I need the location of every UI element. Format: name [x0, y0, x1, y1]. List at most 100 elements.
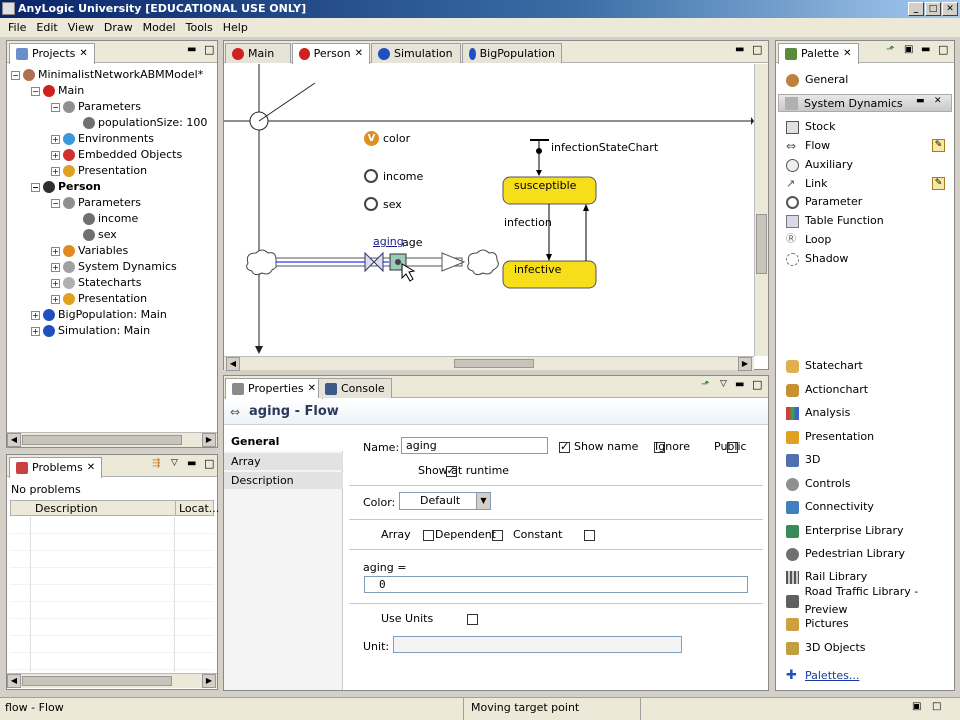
menu-file[interactable]: File [3, 21, 31, 34]
maximize-view-icon[interactable]: □ [938, 43, 948, 56]
diagram-canvas[interactable]: V color income sex aging age infectionSt… [224, 64, 754, 356]
scroll-thumb[interactable] [454, 359, 534, 368]
flow-aging-label[interactable]: aging [373, 235, 404, 248]
view-menu-icon[interactable]: ▽ [171, 458, 178, 468]
problems-hscrollbar[interactable]: ◀ ▶ [7, 673, 217, 688]
menu-edit[interactable]: Edit [31, 21, 62, 34]
restore-icon[interactable]: ▣ [912, 701, 921, 712]
scroll-right-icon[interactable]: ▶ [738, 357, 752, 371]
tree-item-person-presentation[interactable]: + Presentation [51, 291, 147, 307]
palette-item-loop[interactable]: Ⓡ Loop [786, 231, 831, 249]
scroll-left-icon[interactable]: ◀ [7, 433, 21, 447]
palette-enterprise-library[interactable]: Enterprise Library [786, 522, 904, 540]
tree-item-populationsize[interactable]: populationSize: 100 [83, 115, 207, 131]
palette-item-flow[interactable]: ⇔ Flow [786, 137, 830, 155]
palette-connectivity[interactable]: Connectivity [786, 498, 874, 516]
col-location[interactable]: Locat... [179, 502, 219, 515]
palette-section-system-dynamics[interactable]: System Dynamics ▬ ✕ [778, 94, 952, 112]
show-name-checkbox[interactable] [559, 440, 570, 453]
pin-icon[interactable]: ⬏ [701, 379, 709, 390]
menu-help[interactable]: Help [218, 21, 253, 34]
scroll-thumb[interactable] [756, 214, 767, 274]
palette-road-traffic-library[interactable]: Road Traffic Library - Preview [786, 585, 960, 616]
tree-item-embedded-objects[interactable]: + Embedded Objects [51, 147, 182, 163]
tree-item-simulation[interactable]: + Simulation: Main [31, 323, 150, 339]
scroll-right-icon[interactable]: ▶ [202, 674, 216, 688]
editor-vscrollbar[interactable] [754, 64, 768, 356]
filter-icon[interactable]: ⇶ [152, 458, 160, 469]
scroll-left-icon[interactable]: ◀ [7, 674, 21, 688]
color-dropdown[interactable]: Default ▼ [399, 492, 491, 510]
constant-checkbox[interactable] [584, 529, 595, 541]
projects-hscrollbar[interactable]: ◀ ▶ [7, 432, 217, 447]
side-tab-general[interactable]: General [224, 433, 343, 451]
minimize-view-icon[interactable]: ▬ [916, 96, 925, 106]
tab-properties[interactable]: Properties ✕ [225, 378, 323, 399]
tab-simulation[interactable]: Simulation [371, 43, 461, 63]
restore-icon[interactable]: ▣ [904, 44, 913, 55]
scroll-thumb[interactable] [22, 435, 182, 445]
palette-controls[interactable]: Controls [786, 475, 851, 493]
tree-item-person-parameters[interactable]: − Parameters [51, 195, 141, 211]
tree-item-bigpopulation[interactable]: + BigPopulation: Main [31, 307, 167, 323]
tree-item-income[interactable]: income [83, 211, 138, 227]
close-icon[interactable]: ✕ [355, 45, 363, 63]
palette-pedestrian-library[interactable]: Pedestrian Library [786, 545, 905, 563]
tree-item-main[interactable]: − Main [31, 83, 84, 99]
tab-bigpopulation[interactable]: BigPopulation [462, 43, 562, 63]
state-infective[interactable]: infective [514, 263, 561, 276]
side-tab-array[interactable]: Array [224, 453, 343, 470]
maximize-view-icon[interactable]: □ [932, 701, 941, 712]
transition-infection-label[interactable]: infection [504, 216, 552, 229]
stock-age-label[interactable]: age [402, 236, 423, 249]
array-checkbox[interactable] [423, 529, 434, 541]
tab-palette[interactable]: Palette ✕ [778, 43, 859, 64]
minimize-view-icon[interactable]: ▬ [187, 44, 196, 55]
side-tab-description[interactable]: Description [224, 472, 343, 489]
palette-item-parameter[interactable]: Parameter [786, 193, 862, 211]
minimize-button[interactable]: _ [908, 2, 924, 16]
parameter-income-label[interactable]: income [383, 170, 423, 183]
tab-console[interactable]: Console [318, 378, 392, 398]
tree-item-person[interactable]: − Person [31, 179, 101, 195]
palette-item-link[interactable]: ↗ Link [786, 175, 828, 193]
maximize-button[interactable]: □ [925, 2, 941, 16]
close-icon[interactable]: ✕ [79, 45, 87, 63]
use-units-checkbox[interactable] [466, 613, 478, 625]
state-susceptible[interactable]: susceptible [514, 179, 576, 192]
minimize-view-icon[interactable]: ▬ [187, 458, 196, 469]
menu-model[interactable]: Model [138, 21, 181, 34]
name-input[interactable]: aging [401, 437, 548, 454]
palette-general[interactable]: General [786, 71, 848, 89]
pencil-icon[interactable]: ✎ [932, 177, 945, 190]
minimize-view-icon[interactable]: ▬ [921, 44, 930, 55]
variable-color-label[interactable]: color [383, 132, 410, 145]
parameter-sex-label[interactable]: sex [383, 198, 402, 211]
unit-input[interactable] [393, 636, 682, 653]
palette-item-shadow[interactable]: Shadow [786, 250, 848, 268]
palette-item-stock[interactable]: Stock [786, 118, 835, 136]
palette-3d[interactable]: 3D [786, 451, 820, 469]
scroll-thumb[interactable] [22, 676, 172, 686]
tab-person[interactable]: Person ✕ [292, 43, 370, 64]
close-button[interactable]: ✕ [942, 2, 958, 16]
close-icon[interactable]: ✕ [934, 96, 942, 106]
close-icon[interactable]: ✕ [308, 380, 316, 398]
tree-item-variables[interactable]: + Variables [51, 243, 128, 259]
statechart-label[interactable]: infectionStateChart [551, 141, 658, 154]
palette-pictures[interactable]: Pictures [786, 615, 849, 633]
col-description[interactable]: Description [35, 502, 98, 515]
scroll-left-icon[interactable]: ◀ [226, 357, 240, 371]
tree-item-main-parameters[interactable]: − Parameters [51, 99, 141, 115]
palette-item-table-function[interactable]: Table Function [786, 212, 884, 230]
palette-3d-objects[interactable]: 3D Objects [786, 639, 866, 657]
tree-item-environments[interactable]: + Environments [51, 131, 154, 147]
chevron-down-icon[interactable]: ▼ [476, 493, 490, 509]
maximize-view-icon[interactable]: □ [752, 378, 762, 391]
pin-icon[interactable]: ⬏ [886, 44, 894, 55]
view-menu-icon[interactable]: ▽ [720, 379, 727, 389]
maximize-view-icon[interactable]: □ [204, 43, 214, 56]
tree-item-main-presentation[interactable]: + Presentation [51, 163, 147, 179]
minimize-view-icon[interactable]: ▬ [735, 44, 744, 55]
tab-projects[interactable]: Projects ✕ [9, 43, 95, 64]
